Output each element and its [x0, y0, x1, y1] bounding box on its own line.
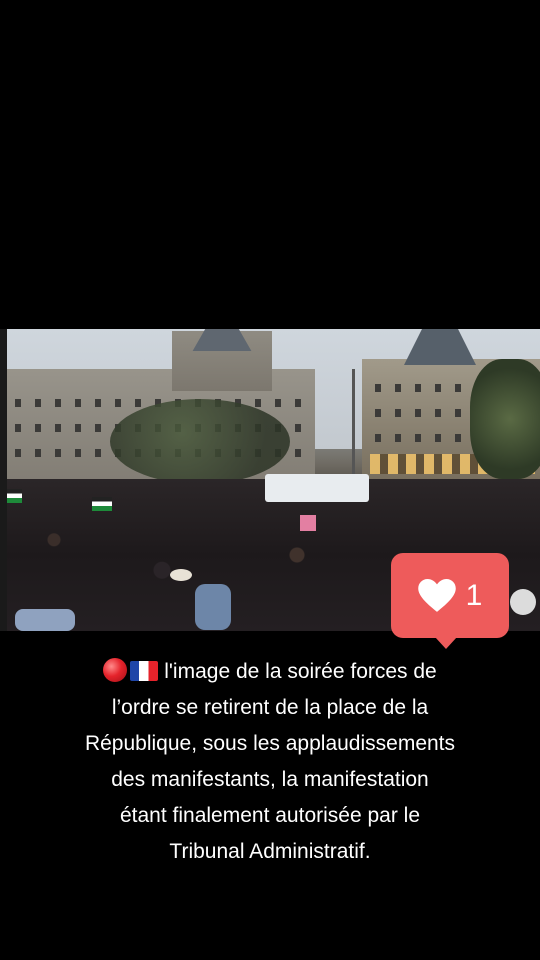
video-edge: [0, 329, 7, 631]
person: [15, 609, 75, 631]
caption-line: l’ordre se retirent de la place de la: [111, 696, 429, 719]
police-van: [265, 474, 369, 502]
heart-icon: [417, 578, 456, 612]
caption-line: l'image de la soirée forces de: [20, 654, 520, 690]
caption-line: étant finalement autorisée par le: [119, 804, 421, 827]
like-count: 1: [465, 578, 483, 612]
post-caption: l'image de la soirée forces de l’ordre s…: [20, 654, 520, 870]
caption-text: l'image de la soirée forces de: [164, 660, 437, 683]
like-notification[interactable]: 1: [391, 553, 509, 649]
placard: [300, 515, 316, 531]
france-flag-icon: [130, 661, 159, 681]
red-circle-icon: [103, 658, 128, 682]
caption-line: des manifestants, la manifestation: [111, 768, 429, 791]
flag: [92, 497, 112, 511]
trees: [110, 399, 290, 484]
person: [510, 589, 536, 615]
antenna-pole: [352, 369, 355, 479]
person: [195, 584, 231, 630]
top-black-area: [0, 0, 540, 329]
hat: [170, 569, 192, 581]
trees-right: [470, 359, 540, 479]
caption-line: République, sous les applaudissements: [84, 732, 456, 755]
caption-line: Tribunal Administratif.: [169, 840, 371, 863]
